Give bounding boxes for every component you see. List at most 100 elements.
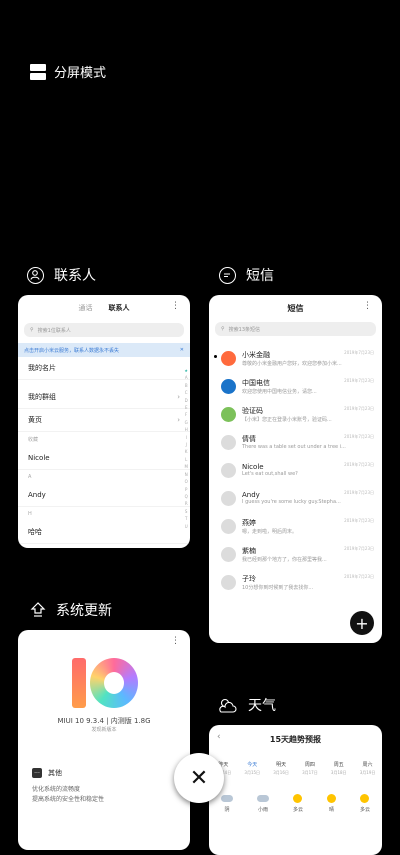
weather-app-title: 天气 — [248, 698, 276, 714]
alphabet-index-letter[interactable]: A — [184, 374, 188, 381]
contact-row[interactable]: 哈哈 — [18, 521, 190, 544]
avatar — [221, 350, 236, 366]
list-item-my-groups[interactable]: 我的群组 › — [18, 386, 190, 409]
avatar — [221, 490, 236, 506]
tab-calls[interactable]: 通话 — [79, 303, 93, 313]
weather-condition: 小雨 — [256, 794, 269, 813]
sms-search-input[interactable]: ⚲ 搜索13条短信 — [215, 322, 376, 336]
sms-thread-row[interactable]: Andy I guess you're some lucky guy.Stepha… — [209, 484, 382, 512]
more-dots-icon: ··· — [32, 768, 42, 778]
update-app-card[interactable]: ⋮ MIUI 10 9.3.4 | 内测版 1.8G 发现新版本 ··· 其他 … — [18, 630, 190, 850]
alphabet-index-letter[interactable]: U — [184, 523, 188, 530]
contact-name: Nicole — [28, 454, 50, 462]
alphabet-index-letter[interactable]: R — [184, 500, 188, 507]
sms-time: 2019年7月23日 — [344, 378, 374, 383]
more-menu-icon[interactable]: ⋮ — [171, 301, 180, 311]
avatar — [221, 462, 236, 478]
contact-row[interactable]: Andy — [18, 484, 190, 507]
weather-day-date: 3月17日 — [302, 770, 318, 775]
update-app-title: 系统更新 — [56, 603, 112, 619]
alphabet-index-letter[interactable]: G — [184, 419, 188, 426]
sms-app-title: 短信 — [246, 268, 274, 284]
alphabet-index-letter[interactable]: P — [184, 486, 188, 493]
weather-day-label: 今天 — [247, 762, 258, 768]
alphabet-index-letter[interactable]: J — [184, 441, 188, 448]
message-bubble-icon — [219, 266, 236, 284]
weather-day-date: 3月16日 — [273, 770, 289, 775]
weather-condition: 晴 — [326, 794, 336, 813]
list-item-my-card[interactable]: 我的名片 — [18, 357, 190, 380]
sms-thread-row[interactable]: 小米金融 尊敬的小米金融用户您好，欢迎您参加小米... 2019年7月23日 — [209, 344, 382, 372]
alphabet-index-letter[interactable]: O — [184, 478, 188, 485]
alphabet-index-letter[interactable]: L — [184, 456, 188, 463]
alphabet-index-letter[interactable]: N — [184, 471, 188, 478]
sms-thread-row[interactable]: 倩倩 There was a table set out under a tree… — [209, 428, 382, 456]
weather-app-card[interactable]: ‹ 15天趋势预报 昨天3月14日今天3月15日明天3月16日周四3月17日周五… — [209, 725, 382, 855]
sms-thread-row[interactable]: 验证码 【小米】您正在登录小米账号，验证码... 2019年7月23日 — [209, 400, 382, 428]
alphabet-index-letter[interactable]: ★ — [184, 367, 188, 374]
sms-app-header: 短信 — [219, 265, 274, 285]
alphabet-index-letter[interactable]: S — [184, 508, 188, 515]
weather-condition: 多云 — [360, 794, 370, 813]
weather-day-date: 3月15日 — [244, 770, 261, 775]
close-icon[interactable]: ✕ — [180, 347, 184, 353]
more-menu-icon[interactable]: ⋮ — [171, 636, 180, 646]
chevron-right-icon: › — [177, 393, 180, 401]
sms-preview: 嗯，走到啦，明后周末。 — [242, 528, 298, 535]
weather-day: 明天 3月16日 — [273, 761, 289, 776]
alphabet-index[interactable]: ★ A B C D E F G H I J K L M N O P Q R S T U — [184, 367, 188, 530]
alphabet-index-letter[interactable]: K — [184, 448, 188, 455]
weather-condition-label: 晴 — [328, 807, 334, 813]
weather-day-label: 明天 — [276, 762, 287, 768]
cloud-sync-banner-text: 点击开启小米云服务，联系人数据永不丢失 — [24, 347, 120, 354]
new-message-button[interactable]: + — [350, 611, 374, 635]
weather-days: 昨天3月14日今天3月15日明天3月16日周四3月17日周五3月18日周六3月1… — [209, 761, 382, 776]
sms-app-card[interactable]: 短信 ⋮ ⚲ 搜索13条短信 小米金融 尊敬的小米金融用户您好，欢迎您参加小米..… — [209, 295, 382, 643]
update-desc-line: 提高系统的安全性和稳定性 — [32, 796, 105, 803]
sms-preview: 【小米】您正在登录小米账号，验证码... — [242, 416, 332, 423]
contacts-app-title: 联系人 — [54, 268, 96, 284]
sms-thread-row[interactable]: Nicole Let's eat out,shall we? 2019年7月23日 — [209, 456, 382, 484]
alphabet-index-letter[interactable]: E — [184, 404, 188, 411]
alphabet-index-letter[interactable]: I — [184, 434, 188, 441]
alphabet-index-letter[interactable]: T — [184, 515, 188, 522]
alphabet-index-letter[interactable]: C — [184, 389, 188, 396]
sms-preview: 我已经到那个地方了，你在那里等我... — [242, 556, 327, 563]
split-screen-button[interactable]: 分屏模式 — [30, 62, 106, 81]
alphabet-index-letter[interactable]: H — [184, 426, 188, 433]
list-item-yellow-pages[interactable]: 黄页 › — [18, 409, 190, 432]
weather-title: 15天趋势预报 — [269, 735, 322, 744]
contacts-app-header: 联系人 — [27, 265, 96, 285]
sms-thread-row[interactable]: 子玲 10分想你到时候到了我去找你... 2019年7月23日 — [209, 568, 382, 596]
weather-condition: 多云 — [293, 794, 303, 813]
unread-dot — [214, 355, 217, 358]
tab-contacts[interactable]: 联系人 — [109, 303, 130, 313]
miui-10-logo — [72, 658, 138, 708]
sms-thread-row[interactable]: 燕婷 嗯，走到啦，明后周末。 2019年7月23日 — [209, 512, 382, 540]
alphabet-index-letter[interactable]: B — [184, 382, 188, 389]
weather-day: 周四 3月17日 — [302, 761, 318, 776]
sun-icon — [326, 794, 336, 803]
alphabet-index-letter[interactable]: F — [184, 411, 188, 418]
cloud-sync-banner[interactable]: 点击开启小米云服务，联系人数据永不丢失 ✕ — [18, 343, 190, 357]
close-recents-button[interactable]: ✕ — [174, 753, 224, 803]
sms-thread-row[interactable]: 中国电信 欢迎您使用中国电信业务，请您... 2019年7月23日 — [209, 372, 382, 400]
sms-thread-row[interactable]: 紫楠 我已经到那个地方了，你在那里等我... 2019年7月23日 — [209, 540, 382, 568]
avatar — [221, 574, 236, 590]
weather-condition-label: 多云 — [292, 807, 303, 813]
weather-day-label: 周六 — [362, 762, 373, 768]
alphabet-index-letter[interactable]: D — [184, 397, 188, 404]
more-menu-icon[interactable]: ⋮ — [363, 301, 372, 311]
sun-icon — [293, 794, 303, 803]
sms-list: 小米金融 尊敬的小米金融用户您好，欢迎您参加小米... 2019年7月23日 中国电信… — [209, 344, 382, 596]
alphabet-index-letter[interactable]: M — [184, 463, 188, 470]
contacts-search-input[interactable]: ⚲ 搜索1位联系人 — [24, 323, 184, 337]
avatar — [221, 378, 236, 394]
back-arrow-icon[interactable]: ‹ — [217, 732, 221, 742]
contacts-search-placeholder: 搜索1位联系人 — [37, 327, 71, 334]
contact-row[interactable]: Nicole — [18, 447, 190, 470]
weather-condition-label: 阴 — [224, 807, 230, 813]
sms-time: 2019年7月23日 — [344, 518, 374, 523]
contacts-app-card[interactable]: 通话 联系人 ⋮ ⚲ 搜索1位联系人 点击开启小米云服务，联系人数据永不丢失 ✕… — [18, 295, 190, 548]
alphabet-index-letter[interactable]: Q — [184, 493, 188, 500]
